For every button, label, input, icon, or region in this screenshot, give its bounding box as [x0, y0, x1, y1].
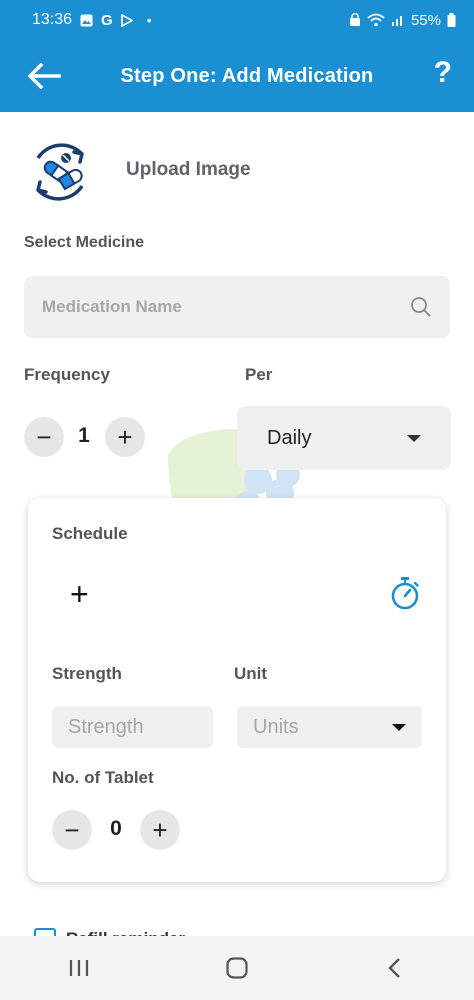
frequency-increase-button[interactable]: +	[105, 417, 145, 457]
upload-image-button[interactable]	[24, 136, 96, 208]
chevron-down-icon	[392, 723, 406, 731]
schedule-card: Schedule + Strength Unit Units No. of Ta…	[28, 498, 446, 882]
medication-search-box[interactable]	[24, 276, 450, 338]
strength-label: Strength	[52, 664, 122, 683]
google-icon: G	[101, 11, 113, 29]
tablet-increase-button[interactable]: +	[140, 810, 180, 850]
image-icon	[80, 14, 93, 26]
frequency-value: 1	[78, 424, 90, 447]
recent-apps-button[interactable]	[49, 943, 109, 993]
battery-icon	[447, 13, 456, 27]
chevron-left-icon	[388, 958, 400, 978]
home-icon	[226, 957, 248, 979]
help-button[interactable]: ?	[434, 56, 452, 90]
frequency-decrease-button[interactable]: −	[24, 417, 64, 457]
tablet-count-value: 0	[110, 817, 122, 840]
pills-icon	[36, 143, 84, 201]
frequency-label: Frequency	[24, 365, 110, 384]
signal-icon	[391, 16, 402, 26]
per-selected-value: Daily	[267, 426, 312, 449]
chevron-down-icon	[407, 434, 421, 442]
recent-apps-icon	[69, 960, 89, 976]
system-navigation-bar	[0, 936, 474, 1000]
tablet-count-label: No. of Tablet	[52, 768, 154, 787]
dot-icon: •	[146, 12, 152, 28]
app-bar: Step One: Add Medication ?	[0, 40, 474, 112]
wifi-icon	[367, 13, 385, 27]
lock-icon	[349, 13, 360, 26]
tablet-decrease-button[interactable]: −	[52, 810, 92, 850]
upload-image-label[interactable]: Upload Image	[126, 159, 251, 181]
per-label: Per	[245, 365, 273, 384]
status-time: 13:36	[32, 11, 73, 28]
system-back-button[interactable]	[365, 943, 425, 993]
battery-percent: 55%	[410, 11, 441, 29]
stopwatch-icon[interactable]	[390, 576, 420, 610]
select-medicine-label: Select Medicine	[24, 234, 145, 251]
schedule-label: Schedule	[52, 524, 128, 543]
home-button[interactable]	[207, 943, 267, 993]
unit-dropdown[interactable]: Units	[237, 706, 422, 748]
add-schedule-button[interactable]: +	[70, 578, 89, 610]
status-bar: 13:36 G • 55%	[0, 0, 474, 40]
medication-name-input[interactable]	[42, 297, 410, 317]
strength-input[interactable]	[68, 715, 197, 739]
page-title: Step One: Add Medication	[120, 64, 374, 87]
unit-selected-value: Units	[253, 715, 299, 738]
per-dropdown[interactable]: Daily	[237, 406, 451, 470]
play-store-icon	[120, 13, 133, 27]
search-icon[interactable]	[410, 296, 432, 318]
unit-label: Unit	[234, 664, 268, 683]
strength-field[interactable]	[52, 706, 213, 748]
